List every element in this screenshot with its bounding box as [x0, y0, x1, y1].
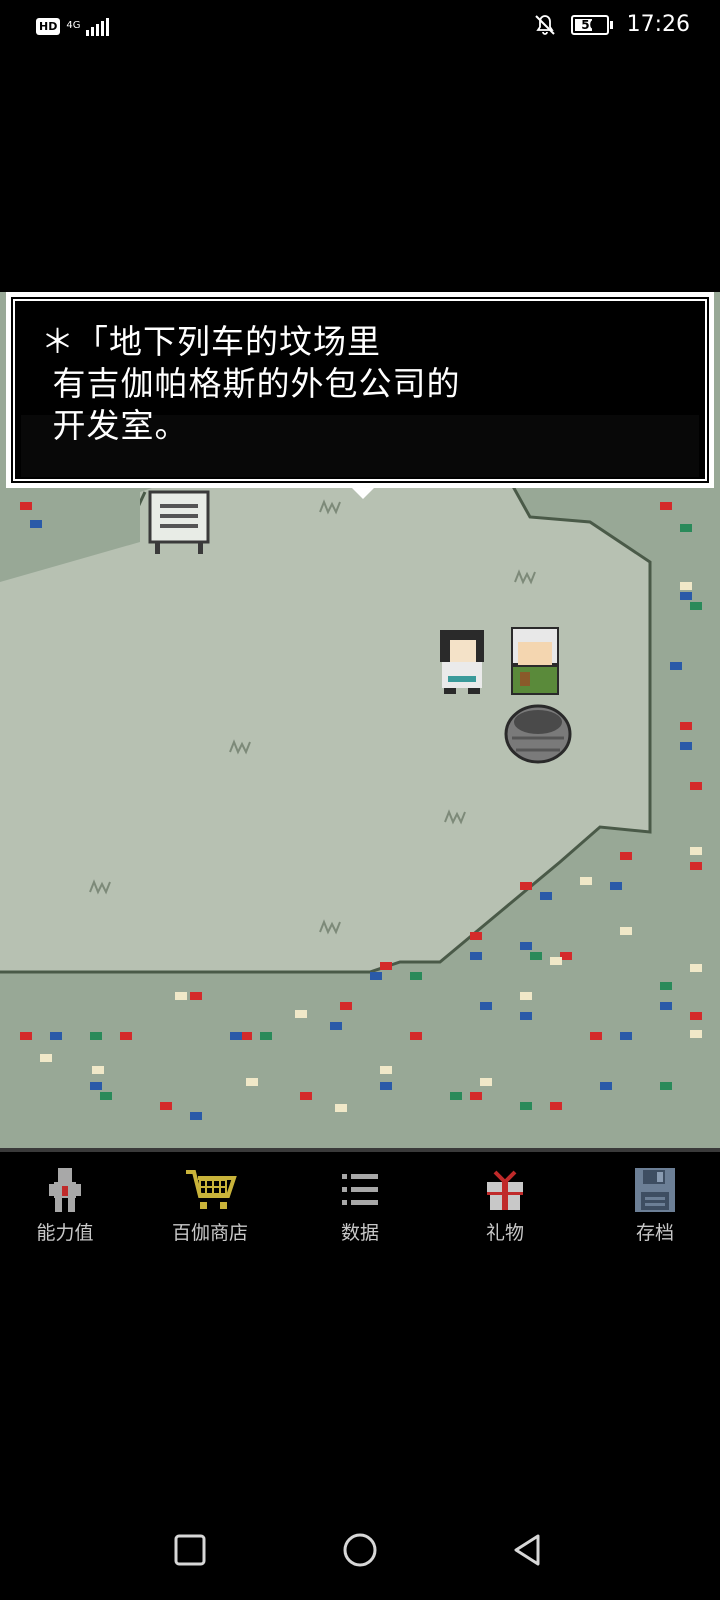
elder-npc[interactable] — [511, 627, 559, 695]
stone-well[interactable] — [504, 704, 572, 764]
signal-icon — [86, 16, 110, 36]
menu-save[interactable]: 存档 — [600, 1166, 710, 1245]
home-icon[interactable] — [340, 1530, 380, 1570]
list-icon — [342, 1174, 378, 1205]
clock: 17:26 — [626, 12, 690, 37]
dialog-box[interactable]: ＊「地下列车的坟场里 有吉伽帕格斯的外包公司的 开发室。 — [6, 292, 714, 499]
back-icon[interactable] — [508, 1530, 548, 1570]
menu-save-label: 存档 — [635, 1222, 674, 1244]
dialog-text: ＊「地下列车的坟场里 有吉伽帕格斯的外包公司的 开发室。 — [41, 321, 461, 447]
dialog-continue-arrow-icon — [349, 485, 377, 499]
battery-icon: 50 — [570, 14, 613, 35]
recent-apps-icon[interactable] — [170, 1530, 210, 1570]
status-right: 50 17:26 — [533, 12, 690, 37]
status-bar: HD 4G 50 17:26 — [0, 0, 720, 56]
dialog-line-2: 有吉伽帕格斯的外包公司的 — [41, 364, 461, 403]
status-left: HD 4G — [36, 16, 110, 36]
dialog-line-1: ＊「地下列车的坟场里 — [41, 322, 381, 361]
menu-stats-label: 能力值 — [36, 1222, 94, 1244]
dialog-line-3: 开发室。 — [41, 406, 189, 445]
battery-level: 50 — [581, 17, 598, 32]
save-disk-icon — [635, 1168, 675, 1212]
hd-badge: HD — [36, 17, 61, 35]
gift-icon — [487, 1170, 523, 1210]
character-icon — [49, 1168, 81, 1212]
network-type: 4G — [66, 20, 81, 31]
menu-gift-label: 礼物 — [485, 1222, 524, 1244]
game-menu-bar: 能力值 百伽商店 数据 礼物 存档 — [0, 1148, 720, 1244]
menu-data-label: 数据 — [340, 1222, 379, 1244]
shopping-cart-icon — [186, 1170, 237, 1209]
menu-gift[interactable]: 礼物 — [450, 1166, 560, 1245]
menu-data[interactable]: 数据 — [305, 1166, 415, 1245]
mute-bell-icon — [534, 14, 555, 35]
player-character — [440, 630, 484, 694]
menu-shop[interactable]: 百伽商店 — [155, 1166, 265, 1245]
menu-shop-label: 百伽商店 — [171, 1222, 248, 1244]
system-nav-bar — [0, 1500, 720, 1600]
menu-stats[interactable]: 能力值 — [10, 1166, 120, 1245]
